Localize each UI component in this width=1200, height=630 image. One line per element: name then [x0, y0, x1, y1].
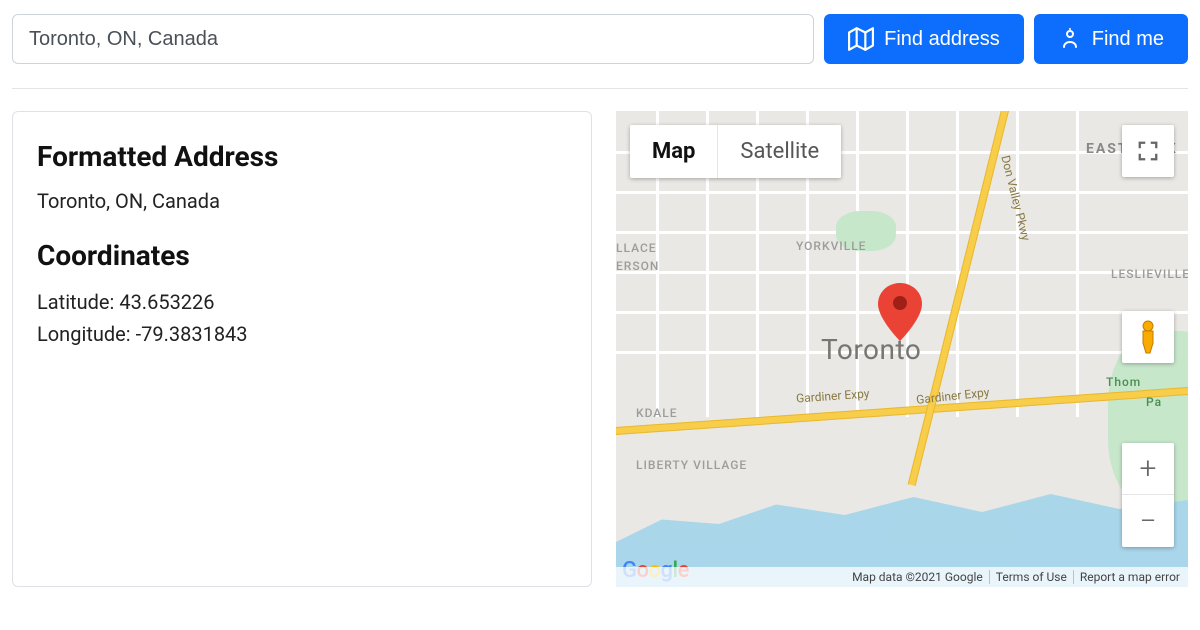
park-area — [886, 291, 904, 309]
latitude-label: Latitude: — [37, 290, 119, 314]
find-me-label: Find me — [1092, 28, 1164, 51]
content-row: Formatted Address Toronto, ON, Canada Co… — [12, 111, 1188, 587]
map-attribution: Map data ©2021 Google Terms of Use Repor… — [616, 567, 1188, 587]
pegman-icon — [1134, 319, 1162, 355]
find-address-button[interactable]: Find address — [824, 14, 1024, 64]
coordinates-heading: Coordinates — [37, 239, 567, 272]
terms-link[interactable]: Terms of Use — [990, 570, 1074, 584]
neighborhood-label: KDALE — [636, 406, 678, 420]
report-error-link[interactable]: Report a map error — [1074, 570, 1186, 584]
formatted-address-heading: Formatted Address — [37, 140, 567, 173]
longitude-label: Longitude: — [37, 322, 136, 346]
map-type-satellite-tab[interactable]: Satellite — [718, 125, 841, 178]
neighborhood-label: LESLIEVILLE — [1111, 267, 1188, 281]
formatted-address-value: Toronto, ON, Canada — [37, 187, 567, 215]
latitude-value: 43.653226 — [119, 290, 214, 314]
fullscreen-button[interactable] — [1122, 125, 1174, 177]
neighborhood-label: ERSON — [616, 259, 659, 273]
info-panel: Formatted Address Toronto, ON, Canada Co… — [12, 111, 592, 587]
neighborhood-label: LLACE — [616, 241, 657, 255]
neighborhood-label: YORKVILLE — [796, 239, 866, 253]
map-type-switcher: Map Satellite — [630, 125, 841, 178]
find-me-button[interactable]: Find me — [1034, 14, 1188, 64]
map-view[interactable]: Gardiner Expy Gardiner Expy Don Valley P… — [616, 111, 1188, 587]
city-label: Toronto — [821, 333, 921, 366]
highway — [616, 386, 1188, 437]
map-type-map-tab[interactable]: Map — [630, 125, 718, 178]
search-bar-row: Find address Find me — [12, 14, 1188, 89]
highway — [908, 111, 1013, 486]
map-icon — [848, 26, 874, 52]
streetview-pegman-button[interactable] — [1122, 311, 1174, 363]
neighborhood-label: Thom — [1106, 375, 1141, 389]
fullscreen-icon — [1137, 140, 1159, 162]
longitude-line: Longitude: -79.3831843 — [37, 318, 567, 350]
zoom-out-button[interactable]: − — [1122, 495, 1174, 547]
find-address-label: Find address — [884, 28, 1000, 51]
longitude-value: -79.3831843 — [136, 322, 248, 346]
neighborhood-label: Pa — [1146, 395, 1162, 409]
zoom-control: + − — [1122, 443, 1174, 547]
address-search-input[interactable] — [12, 14, 814, 64]
person-pin-icon — [1058, 27, 1082, 51]
map-data-attribution: Map data ©2021 Google — [846, 570, 990, 584]
zoom-in-button[interactable]: + — [1122, 443, 1174, 495]
latitude-line: Latitude: 43.653226 — [37, 286, 567, 318]
neighborhood-label: LIBERTY VILLAGE — [636, 458, 747, 472]
